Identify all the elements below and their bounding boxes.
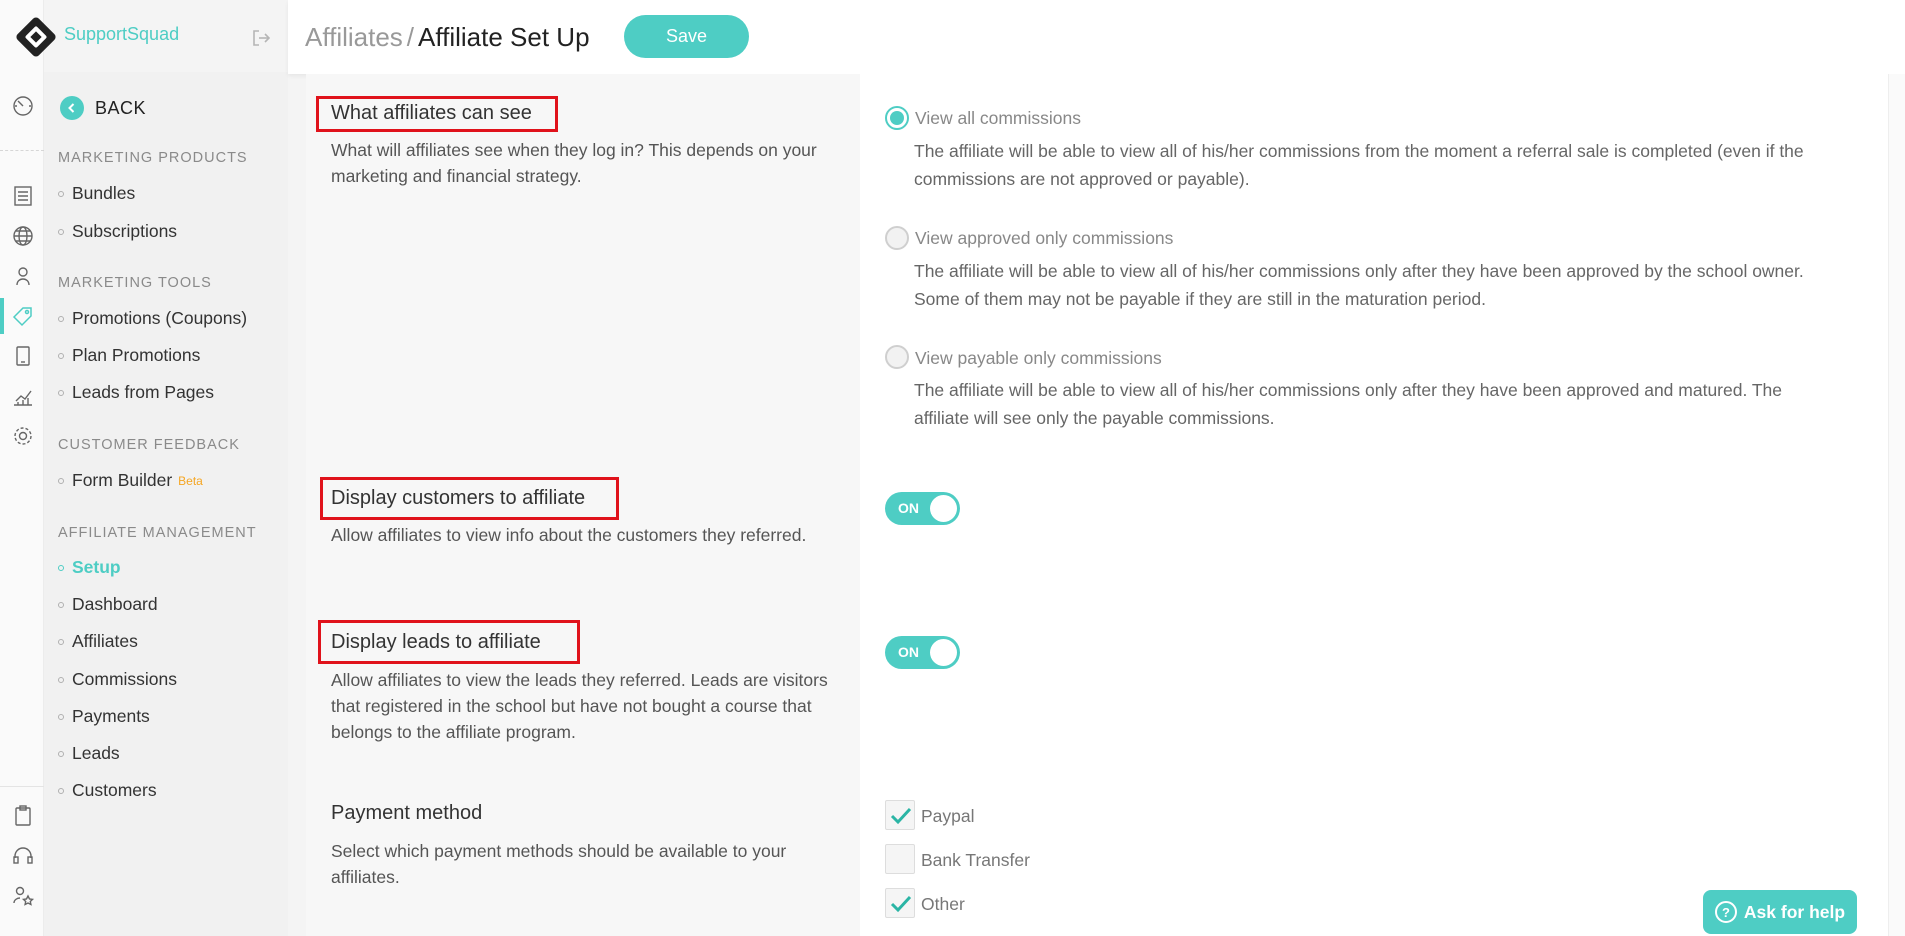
radio-desc-view-all: The affiliate will be able to view all o… [914,141,1804,189]
toggle-label: ON [898,644,919,660]
radio-label-view-all[interactable]: View all commissions [915,108,1081,129]
section-affiliate-management: AFFILIATE MANAGEMENT [58,525,257,541]
display-customers-toggle[interactable]: ON [885,492,960,525]
beta-badge: Beta [178,473,203,488]
sidebar-item-dashboard[interactable]: Dashboard [58,594,158,615]
payment-method-description: Select which payment methods should be a… [331,841,787,887]
display-leads-toggle[interactable]: ON [885,636,960,669]
sidebar-item-promotions[interactable]: Promotions (Coupons) [58,308,247,329]
bullet-icon [58,228,64,235]
chart-icon[interactable] [9,382,37,410]
checkmark-icon [890,895,912,913]
page-title: Affiliate Set Up [418,22,590,52]
rail-bottom-divider [0,786,44,787]
display-leads-title: Display leads to affiliate [331,631,541,653]
radio-view-payable[interactable] [885,345,909,369]
bullet-icon [58,713,64,720]
checkbox-label-bank-transfer[interactable]: Bank Transfer [921,850,1030,871]
breadcrumb: Affiliates / Affiliate Set Up [305,22,590,53]
radio-label-view-approved[interactable]: View approved only commissions [915,228,1173,249]
visibility-description: What will affiliates see when they log i… [331,140,817,186]
users-star-icon[interactable] [9,882,37,910]
icon-rail [0,0,56,936]
sidebar-item-leads-from-pages[interactable]: Leads from Pages [58,382,214,403]
sidebar-item-subscriptions[interactable]: Subscriptions [58,221,177,242]
tag-icon[interactable] [9,302,37,330]
breadcrumb-separator: / [406,22,415,52]
bullet-icon [58,352,64,359]
radio-desc-view-approved: The affiliate will be able to view all o… [914,261,1804,309]
bullet-icon [58,601,64,608]
section-marketing-tools: MARKETING TOOLS [58,275,212,291]
rail-divider [0,150,44,151]
ask-for-help-button[interactable]: ? Ask for help [1703,890,1857,934]
clipboard-icon[interactable] [9,802,37,830]
bullet-icon [58,638,64,645]
sidebar-item-payments[interactable]: Payments [58,706,150,727]
sidebar-item-plan-promotions[interactable]: Plan Promotions [58,345,200,366]
bullet-icon [58,477,64,484]
bullet-icon [58,389,64,396]
sidebar-item-setup[interactable]: Setup [58,557,121,578]
chevron-left-icon [60,96,84,120]
display-customers-description: Allow affiliates to view info about the … [331,525,807,545]
rail-active-indicator [0,298,4,334]
bullet-icon [58,676,64,683]
toggle-knob [930,495,957,522]
bullet-icon [58,315,64,322]
brand-name[interactable]: SupportSquad [64,24,179,45]
checkbox-label-paypal[interactable]: Paypal [921,806,975,827]
payment-method-title: Payment method [331,802,483,824]
mobile-icon[interactable] [9,342,37,370]
checkbox-paypal[interactable] [885,800,915,830]
checkbox-bank-transfer[interactable] [885,844,915,874]
user-icon[interactable] [9,262,37,290]
breadcrumb-parent[interactable]: Affiliates [305,22,403,52]
scrollbar[interactable] [1888,74,1905,936]
sidebar-item-leads[interactable]: Leads [58,743,120,764]
sidebar-item-commissions[interactable]: Commissions [58,669,177,690]
page-header: Affiliates / Affiliate Set Up Save [288,0,1905,74]
dashboard-icon[interactable] [9,92,37,120]
sidebar-item-affiliates[interactable]: Affiliates [58,631,138,652]
radio-desc-view-payable: The affiliate will be able to view all o… [914,380,1783,428]
checkmark-icon [890,807,912,825]
sidebar-item-bundles[interactable]: Bundles [58,183,135,204]
bullet-icon [58,750,64,757]
help-icon: ? [1714,901,1737,923]
radio-view-all[interactable] [885,106,909,130]
settings-controls-column [860,74,1888,936]
gear-icon[interactable] [9,422,37,450]
bullet-icon [58,564,64,571]
bullet-icon [58,787,64,794]
section-marketing-products: MARKETING PRODUCTS [58,150,248,166]
display-customers-title: Display customers to affiliate [331,487,586,509]
ask-for-help-label: Ask for help [1743,901,1846,922]
headset-icon[interactable] [9,842,37,870]
back-button[interactable]: BACK [60,96,146,120]
globe-icon[interactable] [9,222,37,250]
visibility-title: What affiliates can see [331,102,532,124]
checkbox-other[interactable] [885,888,915,918]
back-label: BACK [95,97,147,118]
sidebar-menu: BACK MARKETING PRODUCTS Bundles Subscrip… [44,72,288,936]
radio-label-view-payable[interactable]: View payable only commissions [915,348,1162,369]
radio-view-approved[interactable] [885,226,909,250]
sidebar-item-form-builder[interactable]: Form Builder Beta [58,470,203,491]
section-customer-feedback: CUSTOMER FEEDBACK [58,437,240,453]
sidebar-item-customers[interactable]: Customers [58,780,157,801]
bullet-icon [58,190,64,197]
save-button[interactable]: Save [624,15,749,58]
supportsquad-logo[interactable] [14,15,58,59]
logout-icon[interactable] [250,27,272,49]
toggle-knob [930,639,957,666]
list-icon[interactable] [9,182,37,210]
checkbox-label-other[interactable]: Other [921,894,965,915]
display-leads-description: Allow affiliates to view the leads they … [331,670,828,742]
toggle-label: ON [898,500,919,516]
